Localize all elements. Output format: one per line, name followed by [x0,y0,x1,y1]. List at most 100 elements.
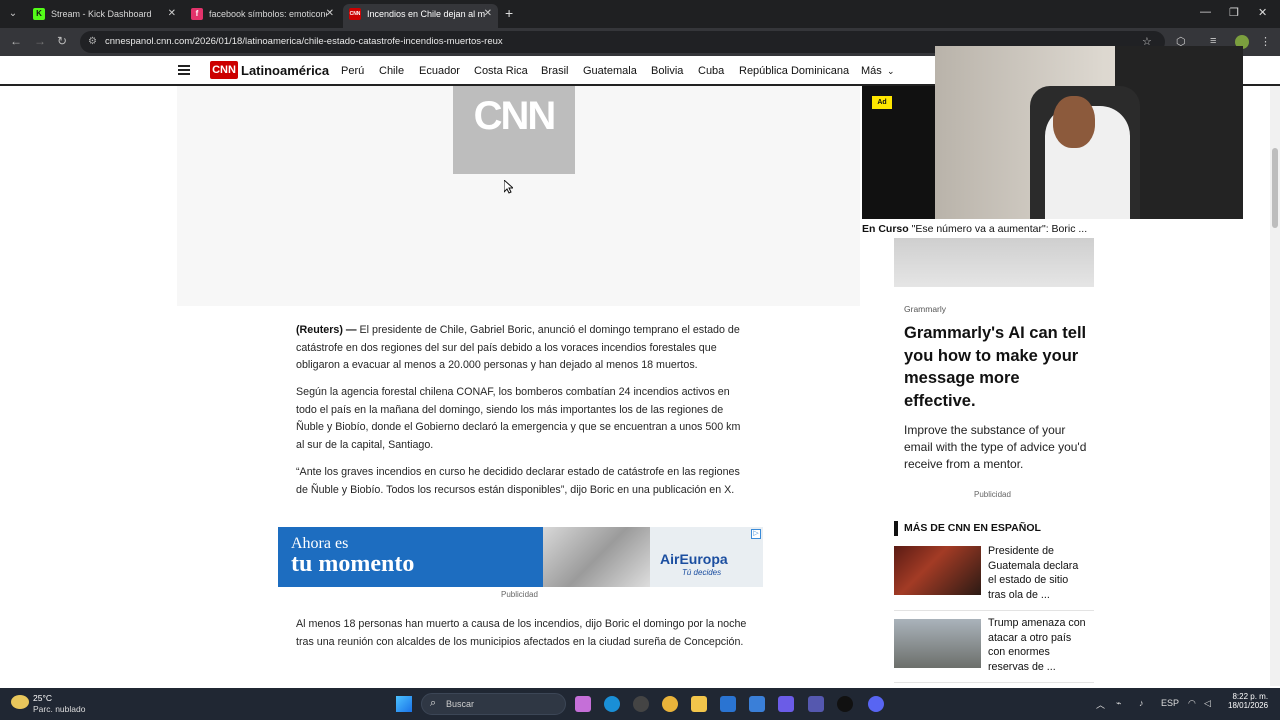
nav-item-mas[interactable]: Más [861,65,882,77]
tab-facebook-simbolos[interactable]: f facebook símbolos: emoticone ✕ [185,4,340,28]
edge-icon[interactable] [604,696,620,712]
ad-label: Publicidad [974,490,1011,499]
network-icon[interactable]: ⌁ [1116,698,1121,709]
windows-taskbar: 25°C Parc. nublado ⌕ Buscar ︿ ⌁ ♪ ESP ◠ … [0,688,1280,720]
ad-label: Publicidad [501,590,538,599]
obs-icon[interactable] [633,696,649,712]
en-curso-headline[interactable]: En Curso "Ese número va a aumentar": Bor… [862,223,1087,235]
cnn-favicon-icon: CNN [349,8,361,20]
reuters-source: (Reuters) — [296,324,357,336]
browser-menu-icon[interactable]: ⋮ [1260,35,1271,48]
store-icon[interactable] [720,696,736,712]
nav-item-bolivia[interactable]: Bolivia [651,65,683,77]
section-title[interactable]: Latinoamérica [241,63,329,78]
story-thumbnail[interactable] [894,619,981,668]
webcam-overlay [935,46,1243,219]
close-tab-icon[interactable]: ✕ [484,4,492,24]
mouse-cursor-icon [504,180,513,194]
microphone-icon[interactable]: ♪ [1139,698,1144,708]
wifi-icon[interactable]: ◠ [1188,698,1196,709]
file-explorer-icon[interactable] [691,696,707,712]
media-placeholder-logo: CNN [453,86,575,174]
clock-time: 8:22 p. m. [1232,692,1269,701]
close-window-icon[interactable]: ✕ [1258,6,1267,19]
volume-icon[interactable]: ◁ [1204,698,1211,709]
story-title[interactable]: Trump amenaza con atacar a otro país con… [988,616,1088,675]
clock-date: 18/01/2026 [1228,701,1269,710]
forward-icon[interactable]: → [34,34,46,48]
en-curso-text: "Ese número va a aumentar": Boric ... [908,223,1088,235]
ad-image [543,527,653,587]
close-tab-icon[interactable]: ✕ [326,4,334,24]
nav-item-republica-dominicana[interactable]: República Dominicana [739,65,849,77]
scrollbar-thumb[interactable] [1272,148,1278,228]
chrome-icon[interactable] [662,696,678,712]
hamburger-menu-icon[interactable] [178,65,190,75]
article-paragraph-4: Al menos 18 personas han muerto a causa … [296,618,747,648]
temperature[interactable]: 25°C [33,693,52,703]
ad-tag-badge: Ad [872,96,892,109]
article-paragraph-3: “Ante los graves incendios en curso he d… [296,466,740,496]
ad-headline-line2: tu momento [291,551,415,577]
ad-sponsor: Grammarly [904,304,947,314]
nav-item-brasil[interactable]: Brasil [541,65,569,77]
weather-description[interactable]: Parc. nublado [33,704,85,714]
nav-item-costa-rica[interactable]: Costa Rica [474,65,528,77]
article-paragraph-2: Según la agencia forestal chilena CONAF,… [296,386,741,451]
nav-item-guatemala[interactable]: Guatemala [583,65,637,77]
sidebar-ad-image[interactable] [894,238,1094,287]
en-curso-label: En Curso [862,223,909,235]
ad-brand-panel: AirEuropa Tú decides [650,527,763,587]
ad-body: Improve the substance of your email with… [904,423,1087,471]
cnn-logo[interactable]: CNN [210,61,238,79]
story-thumbnail[interactable] [894,546,981,595]
nav-item-chile[interactable]: Chile [379,65,404,77]
weather-icon[interactable] [11,695,29,709]
nav-item-ecuador[interactable]: Ecuador [419,65,460,77]
language-indicator[interactable]: ESP [1161,698,1179,708]
tab-title: Stream - Kick Dashboard [51,9,152,19]
article-paragraph-1: (Reuters) — El presidente de Chile, Gabr… [296,322,750,375]
restore-icon[interactable]: ❐ [1229,6,1239,19]
reload-icon[interactable]: ↻ [57,34,67,48]
ad-headline[interactable]: Grammarly's AI can tell you how to make … [904,322,1089,413]
tab-search-menu-icon[interactable]: ⌄ [4,5,22,23]
url-text: cnnespanol.cnn.com/2026/01/18/latinoamer… [105,36,503,47]
tab-title: Incendios en Chile dejan al me [367,9,485,19]
facebook-symbols-favicon-icon: f [191,8,203,20]
new-tab-icon[interactable]: + [505,5,513,21]
tab-title: facebook símbolos: emoticone [209,9,327,19]
nav-item-peru[interactable]: Perú [341,65,364,77]
app-icon[interactable] [837,696,853,712]
discord-icon[interactable] [868,696,884,712]
minimize-icon[interactable]: — [1200,6,1211,18]
tab-incendios-chile[interactable]: CNN Incendios en Chile dejan al me ✕ [343,4,498,28]
story-title[interactable]: Presidente de Guatemala declara el estad… [988,544,1088,603]
windows-start-icon[interactable] [396,696,412,712]
close-tab-icon[interactable]: ✕ [168,4,176,24]
site-info-icon[interactable]: ⚙ [88,36,97,47]
more-cnn-heading: MÁS DE CNN EN ESPAÑOL [894,521,1041,536]
aireuropa-ad-banner[interactable]: Ahora es tu momento AirEuropa Tú decides… [278,527,763,587]
webcam-person-head [1053,96,1095,148]
nav-item-cuba[interactable]: Cuba [698,65,724,77]
tab-kick-dashboard[interactable]: K Stream - Kick Dashboard ✕ [27,4,182,28]
ad-left-panel: Ahora es tu momento [278,527,548,587]
search-icon: ⌕ [430,697,437,709]
teams-icon[interactable] [808,696,824,712]
back-icon[interactable]: ← [10,34,22,48]
ad-tagline: Tú decides [682,568,722,577]
search-placeholder: Buscar [446,699,475,709]
app-icon[interactable] [778,696,794,712]
mail-icon[interactable] [749,696,765,712]
divider [894,682,1094,683]
copilot-icon[interactable] [575,696,591,712]
divider [894,610,1094,611]
show-hidden-icons-icon[interactable]: ︿ [1096,698,1105,711]
taskbar-search[interactable]: ⌕ Buscar [421,693,566,715]
chevron-down-icon[interactable]: ⌄ [887,66,895,77]
ad-info-icon[interactable]: ▷ [751,529,761,539]
aireuropa-logo: AirEuropa [660,551,728,567]
taskbar-clock[interactable]: 8:22 p. m. 18/01/2026 [1228,692,1268,710]
kick-favicon-icon: K [33,8,45,20]
